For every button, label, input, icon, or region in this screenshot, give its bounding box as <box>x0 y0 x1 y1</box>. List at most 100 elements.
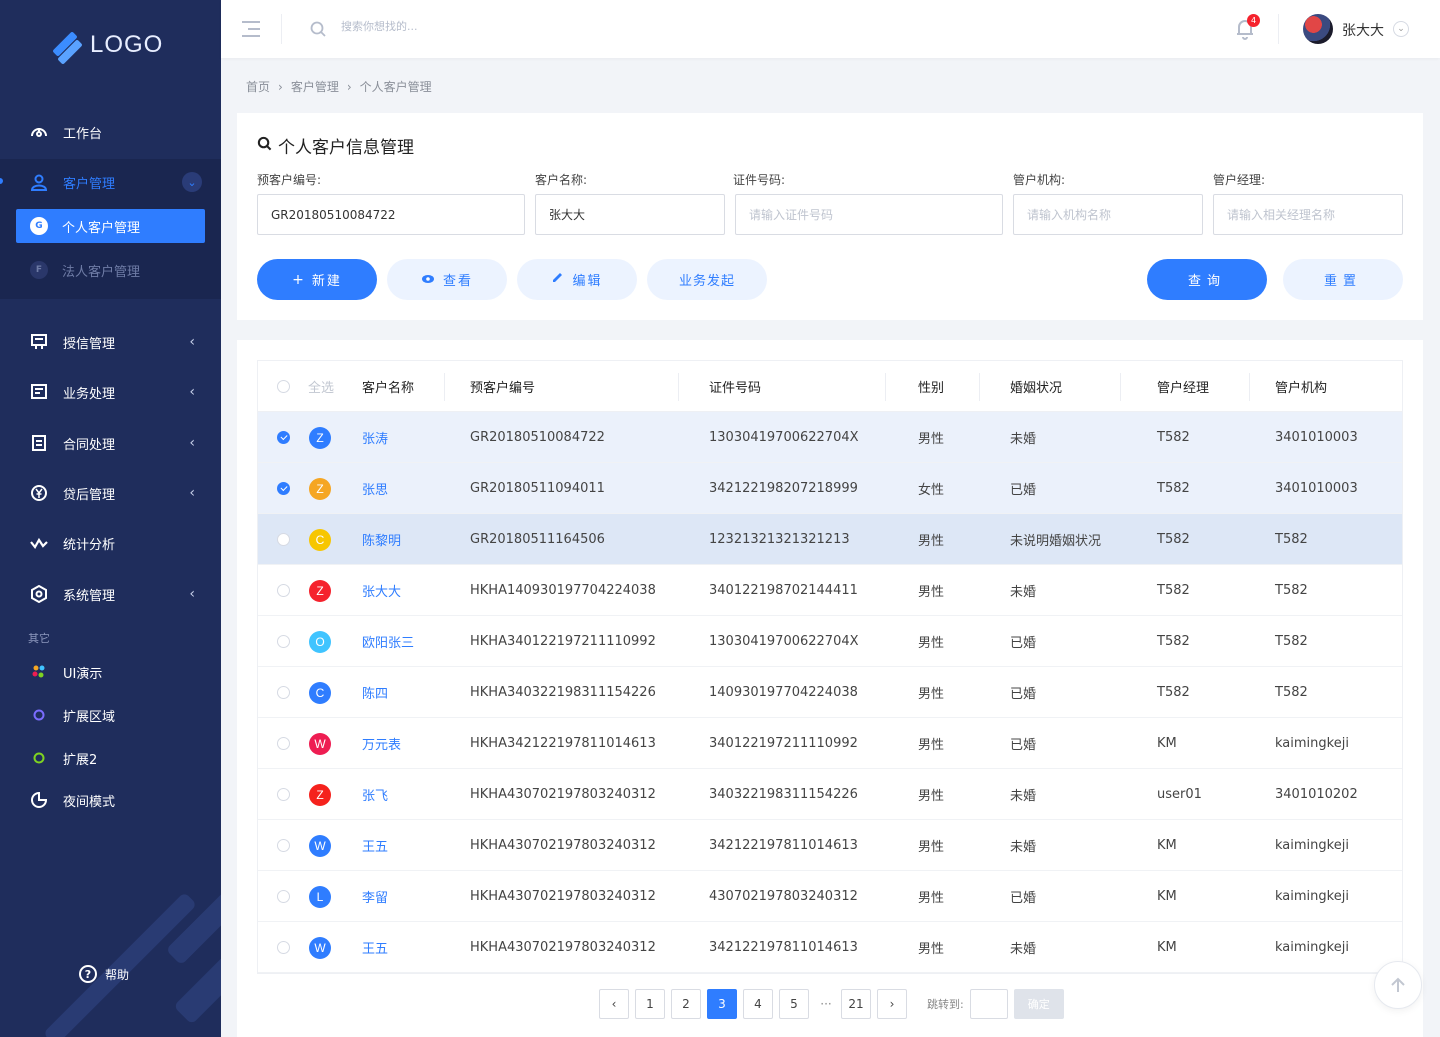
table-row[interactable]: Z 张思 GR20180511094011 342122198207218999 女性 已… <box>258 463 1402 514</box>
page-button[interactable]: 2 <box>671 989 701 1019</box>
customer-name[interactable]: 欧阳张三 <box>362 616 414 667</box>
business-start-button[interactable]: 业务发起 <box>647 259 767 300</box>
user-name[interactable]: 张大大 <box>1342 20 1384 40</box>
menu-item-ui-demo[interactable]: UI演示 <box>0 652 221 692</box>
customer-name[interactable]: 陈四 <box>362 667 388 718</box>
column-divider <box>678 373 679 401</box>
table-row[interactable]: W 万元表 HKHA342122197811014613 34012219721111… <box>258 718 1402 769</box>
topbar: 4 张大大 ⌄ <box>221 0 1440 58</box>
menu-item-business[interactable]: 业务处理 ‹ <box>0 372 221 412</box>
customer-name[interactable]: 李留 <box>362 871 388 922</box>
jump-confirm-button[interactable]: 确定 <box>1013 989 1064 1019</box>
chevron-down-icon[interactable]: ⌄ <box>1393 21 1409 37</box>
marital-status: 已婚 <box>1010 687 1037 702</box>
marital-status: 未婚 <box>1010 942 1037 957</box>
menu-label: 工作台 <box>63 126 103 142</box>
customer-name[interactable]: 王五 <box>362 922 388 973</box>
table-row[interactable]: O 欧阳张三 HKHA340122197211110992 1303041970062… <box>258 616 1402 667</box>
customer-name[interactable]: 张飞 <box>362 769 388 820</box>
row-checkbox[interactable] <box>277 890 290 903</box>
table-row[interactable]: W 王五 HKHA430702197803240312 342122197811014… <box>258 922 1402 973</box>
avatar[interactable] <box>1303 14 1333 44</box>
avatar: Z <box>309 426 331 449</box>
row-checkbox[interactable] <box>277 482 290 495</box>
cert-number: 430702197803240312 <box>709 889 858 904</box>
menu-toggle-icon[interactable] <box>242 21 260 37</box>
search-input[interactable] <box>341 20 641 33</box>
menu-item-statistics[interactable]: 统计分析 <box>0 523 221 563</box>
next-page-button[interactable]: › <box>877 989 907 1019</box>
row-checkbox[interactable] <box>277 533 290 546</box>
page-button[interactable]: 1 <box>635 989 665 1019</box>
submenu-item-corporate-customer[interactable]: F 法人客户管理 <box>16 253 205 287</box>
reset-button[interactable]: 重置 <box>1283 259 1403 300</box>
row-checkbox[interactable] <box>277 431 290 444</box>
select-all-checkbox[interactable] <box>277 361 290 412</box>
back-to-top-button[interactable] <box>1374 961 1422 1009</box>
menu-item-extension[interactable]: 扩展区域 <box>0 695 221 735</box>
menu-item-extension-2[interactable]: 扩展2 <box>0 738 221 778</box>
row-checkbox[interactable] <box>277 839 290 852</box>
column-header: 客户名称 <box>362 381 415 396</box>
breadcrumb-customer[interactable]: 客户管理 <box>291 78 339 95</box>
page-button-current[interactable]: 3 <box>707 989 737 1019</box>
customer-name[interactable]: 万元表 <box>362 718 401 769</box>
customer-name[interactable]: 王五 <box>362 820 388 871</box>
menu-item-credit[interactable]: 授信管理 ‹ <box>0 322 221 362</box>
customer-name[interactable]: 张思 <box>362 463 388 514</box>
select-all-label[interactable]: 全选 <box>308 361 334 412</box>
menu-item-post-loan[interactable]: 贷后管理 ‹ <box>0 473 221 513</box>
customer-name[interactable]: 张涛 <box>362 412 388 463</box>
row-checkbox[interactable] <box>277 584 290 597</box>
table-row[interactable]: W 王五 HKHA430702197803240312 342122197811014… <box>258 820 1402 871</box>
menu-item-system[interactable]: 系统管理 ‹ <box>0 574 221 614</box>
avatar-cell: Z <box>309 769 331 820</box>
view-button[interactable]: 查看 <box>387 259 507 300</box>
page-button[interactable]: 5 <box>779 989 809 1019</box>
search-icon <box>310 21 326 41</box>
cert-number-input[interactable] <box>735 194 1003 235</box>
row-checkbox[interactable] <box>277 941 290 954</box>
column-header: 预客户编号 <box>470 381 536 396</box>
menu-label: 业务处理 <box>63 386 116 402</box>
menu-item-customer[interactable]: 客户管理 ⌄ <box>0 162 221 202</box>
table-row[interactable]: Z 张大大 HKHA140930197704224038 34012219870214… <box>258 565 1402 616</box>
row-checkbox-cell <box>277 667 290 718</box>
checkbox[interactable] <box>277 380 290 393</box>
new-button[interactable]: + 新建 <box>257 259 377 300</box>
table-row[interactable]: C 陈四 HKHA340322198311154226 140930197704224… <box>258 667 1402 718</box>
jump-page-input[interactable] <box>969 989 1008 1019</box>
prev-page-button[interactable]: ‹ <box>599 989 629 1019</box>
table-row[interactable]: Z 张涛 GR20180510084722 13030419700622704X 男性 未… <box>258 412 1402 463</box>
pre-customer-id-input[interactable] <box>257 194 525 235</box>
moon-icon <box>30 791 48 809</box>
chevron-right-icon: › <box>278 79 283 94</box>
logo[interactable]: LOGO <box>50 28 163 65</box>
table-row[interactable]: L 李留 HKHA430702197803240312 430702197803240… <box>258 871 1402 922</box>
menu-item-night-mode[interactable]: 夜间模式 <box>0 780 221 820</box>
customer-name-input[interactable] <box>535 194 725 235</box>
customer-name[interactable]: 陈黎明 <box>362 514 401 565</box>
row-checkbox[interactable] <box>277 686 290 699</box>
row-checkbox-cell <box>277 922 290 973</box>
table-row[interactable]: C 陈黎明 GR20180511164506 12321321321321213 男性 未… <box>258 514 1402 565</box>
org-input[interactable] <box>1013 194 1203 235</box>
row-checkbox[interactable] <box>277 788 290 801</box>
breadcrumb-home[interactable]: 首页 <box>246 78 270 95</box>
menu-item-dashboard[interactable]: 工作台 <box>0 112 221 152</box>
account-manager: T582 <box>1157 583 1190 598</box>
edit-button[interactable]: 编辑 <box>517 259 637 300</box>
page-button[interactable]: 4 <box>743 989 773 1019</box>
row-checkbox[interactable] <box>277 635 290 648</box>
row-checkbox[interactable] <box>277 737 290 750</box>
customer-name[interactable]: 张大大 <box>362 565 401 616</box>
menu-item-contract[interactable]: 合同处理 ‹ <box>0 423 221 463</box>
table-row[interactable]: Z 张飞 HKHA430702197803240312 340322198311154… <box>258 769 1402 820</box>
help-link[interactable]: ? 帮助 <box>79 965 129 983</box>
submenu-item-personal-customer[interactable]: G 个人客户管理 <box>16 209 205 243</box>
manager-input[interactable] <box>1213 194 1403 235</box>
avatar-cell: W <box>309 820 331 871</box>
button-label: 查询 <box>1187 274 1226 289</box>
query-button[interactable]: 查询 <box>1147 259 1267 300</box>
page-button-last[interactable]: 21 <box>841 989 871 1019</box>
